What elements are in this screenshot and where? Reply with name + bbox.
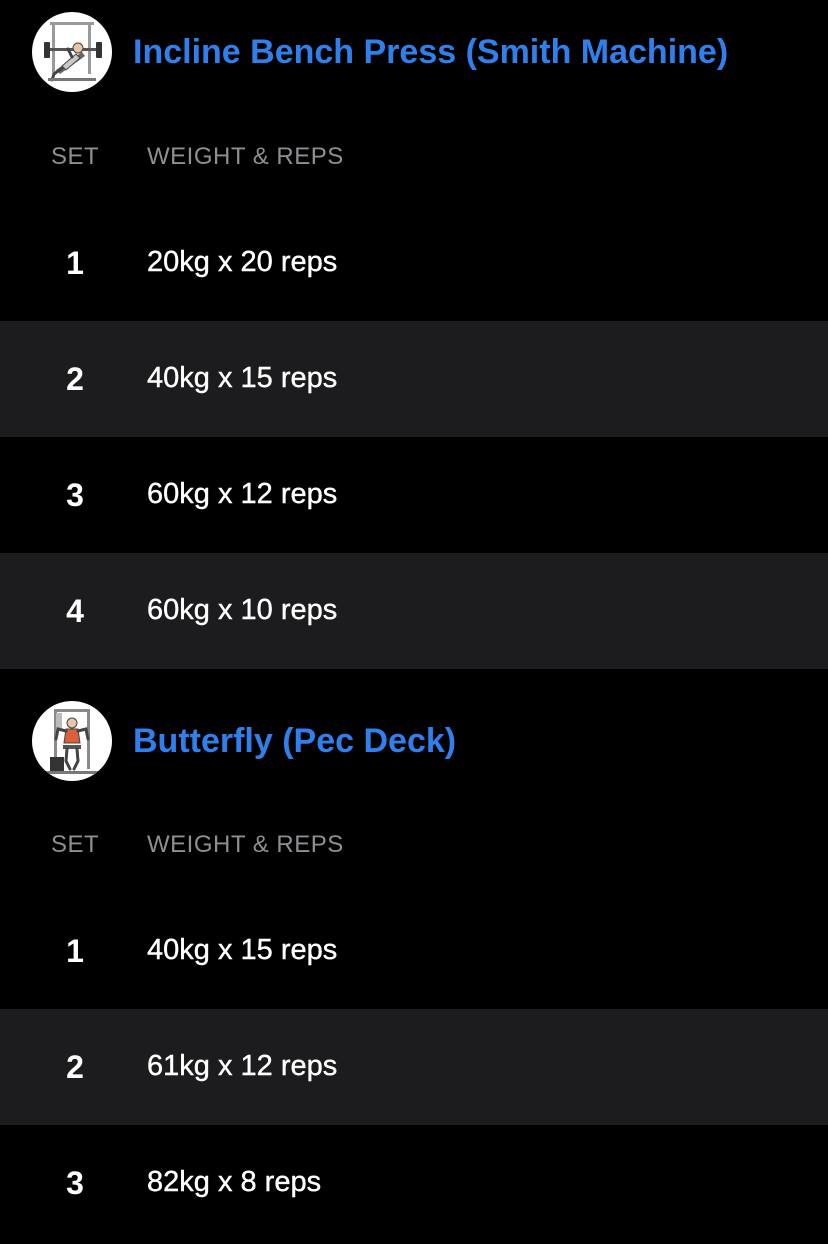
column-headers: SET WEIGHT & REPS: [0, 831, 828, 871]
column-header-weight-reps: WEIGHT & REPS: [147, 143, 344, 170]
exercise-title[interactable]: Butterfly (Pec Deck): [133, 722, 456, 761]
exercise-card-butterfly: Butterfly (Pec Deck) SET WEIGHT & REPS 1…: [0, 669, 828, 1244]
exercise-header[interactable]: Incline Bench Press (Smith Machine): [0, 0, 828, 106]
incline-bench-press-thumbnail-icon[interactable]: [32, 12, 112, 92]
set-row[interactable]: 1 40kg x 15 reps: [0, 893, 828, 1009]
set-number: 3: [66, 1165, 84, 1201]
set-weight-reps: 40kg x 15 reps: [147, 934, 338, 966]
set-number: 1: [66, 245, 84, 281]
pec-deck-illustration-icon: [46, 709, 98, 774]
set-row[interactable]: 4 60kg x 10 reps: [0, 553, 828, 669]
set-row[interactable]: 3 82kg x 8 reps: [0, 1125, 828, 1241]
set-weight-reps: 60kg x 10 reps: [147, 594, 338, 626]
set-weight-reps: 61kg x 12 reps: [147, 1050, 338, 1082]
column-header-set: SET: [51, 831, 100, 858]
set-weight-reps: 40kg x 15 reps: [147, 362, 338, 394]
set-weight-reps: 20kg x 20 reps: [147, 246, 338, 278]
incline-bench-press-illustration-icon: [44, 22, 102, 82]
exercise-title[interactable]: Incline Bench Press (Smith Machine): [133, 33, 728, 72]
exercise-card-incline-bench-press: Incline Bench Press (Smith Machine) SET …: [0, 0, 828, 669]
set-number: 3: [66, 477, 84, 513]
set-number: 2: [66, 361, 84, 397]
set-row[interactable]: 2 61kg x 12 reps: [0, 1009, 828, 1125]
set-row[interactable]: 1 20kg x 20 reps: [0, 205, 828, 321]
set-weight-reps: 60kg x 12 reps: [147, 478, 338, 510]
pec-deck-thumbnail-icon[interactable]: [32, 701, 112, 781]
set-number: 2: [66, 1049, 84, 1085]
set-number: 1: [66, 933, 84, 969]
set-number: 4: [66, 593, 84, 629]
set-weight-reps: 82kg x 8 reps: [147, 1166, 322, 1198]
set-row[interactable]: 3 60kg x 12 reps: [0, 437, 828, 553]
column-header-weight-reps: WEIGHT & REPS: [147, 831, 344, 858]
column-headers: SET WEIGHT & REPS: [0, 143, 828, 183]
set-row[interactable]: 2 40kg x 15 reps: [0, 321, 828, 437]
column-header-set: SET: [51, 143, 100, 170]
exercise-header[interactable]: Butterfly (Pec Deck): [0, 669, 828, 781]
